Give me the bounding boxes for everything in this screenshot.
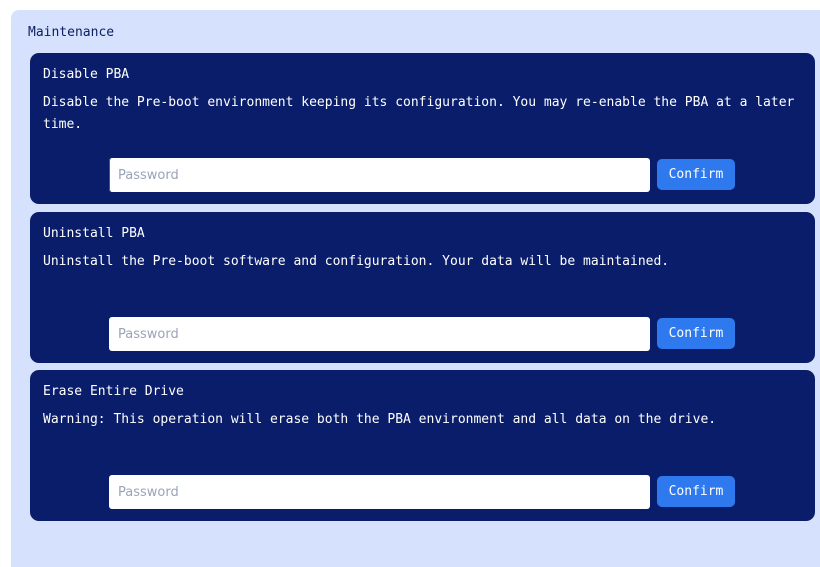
card-description: Uninstall the Pre-boot software and conf… bbox=[43, 254, 670, 269]
uninstall-pba-password-input[interactable] bbox=[109, 317, 650, 351]
erase-drive-confirm-button[interactable]: Confirm bbox=[657, 476, 735, 507]
uninstall-pba-card: Uninstall PBA Uninstall the Pre-boot sof… bbox=[30, 212, 815, 363]
disable-pba-card: Disable PBA Disable the Pre-boot environ… bbox=[30, 53, 815, 204]
card-title: Erase Entire Drive bbox=[43, 384, 184, 399]
erase-drive-password-input[interactable] bbox=[109, 475, 650, 509]
card-description: Warning: This operation will erase both … bbox=[43, 412, 717, 427]
card-title: Disable PBA bbox=[43, 67, 130, 82]
section-title: Maintenance bbox=[28, 25, 115, 40]
erase-drive-card: Erase Entire Drive Warning: This operati… bbox=[30, 370, 815, 521]
uninstall-pba-confirm-button[interactable]: Confirm bbox=[657, 318, 735, 349]
disable-pba-password-input[interactable] bbox=[109, 158, 650, 192]
card-title: Uninstall PBA bbox=[43, 226, 145, 241]
card-description: Disable the Pre-boot environment keeping… bbox=[43, 95, 795, 132]
disable-pba-confirm-button[interactable]: Confirm bbox=[657, 159, 735, 190]
maintenance-panel: Maintenance Disable PBA Disable the Pre-… bbox=[11, 10, 820, 567]
